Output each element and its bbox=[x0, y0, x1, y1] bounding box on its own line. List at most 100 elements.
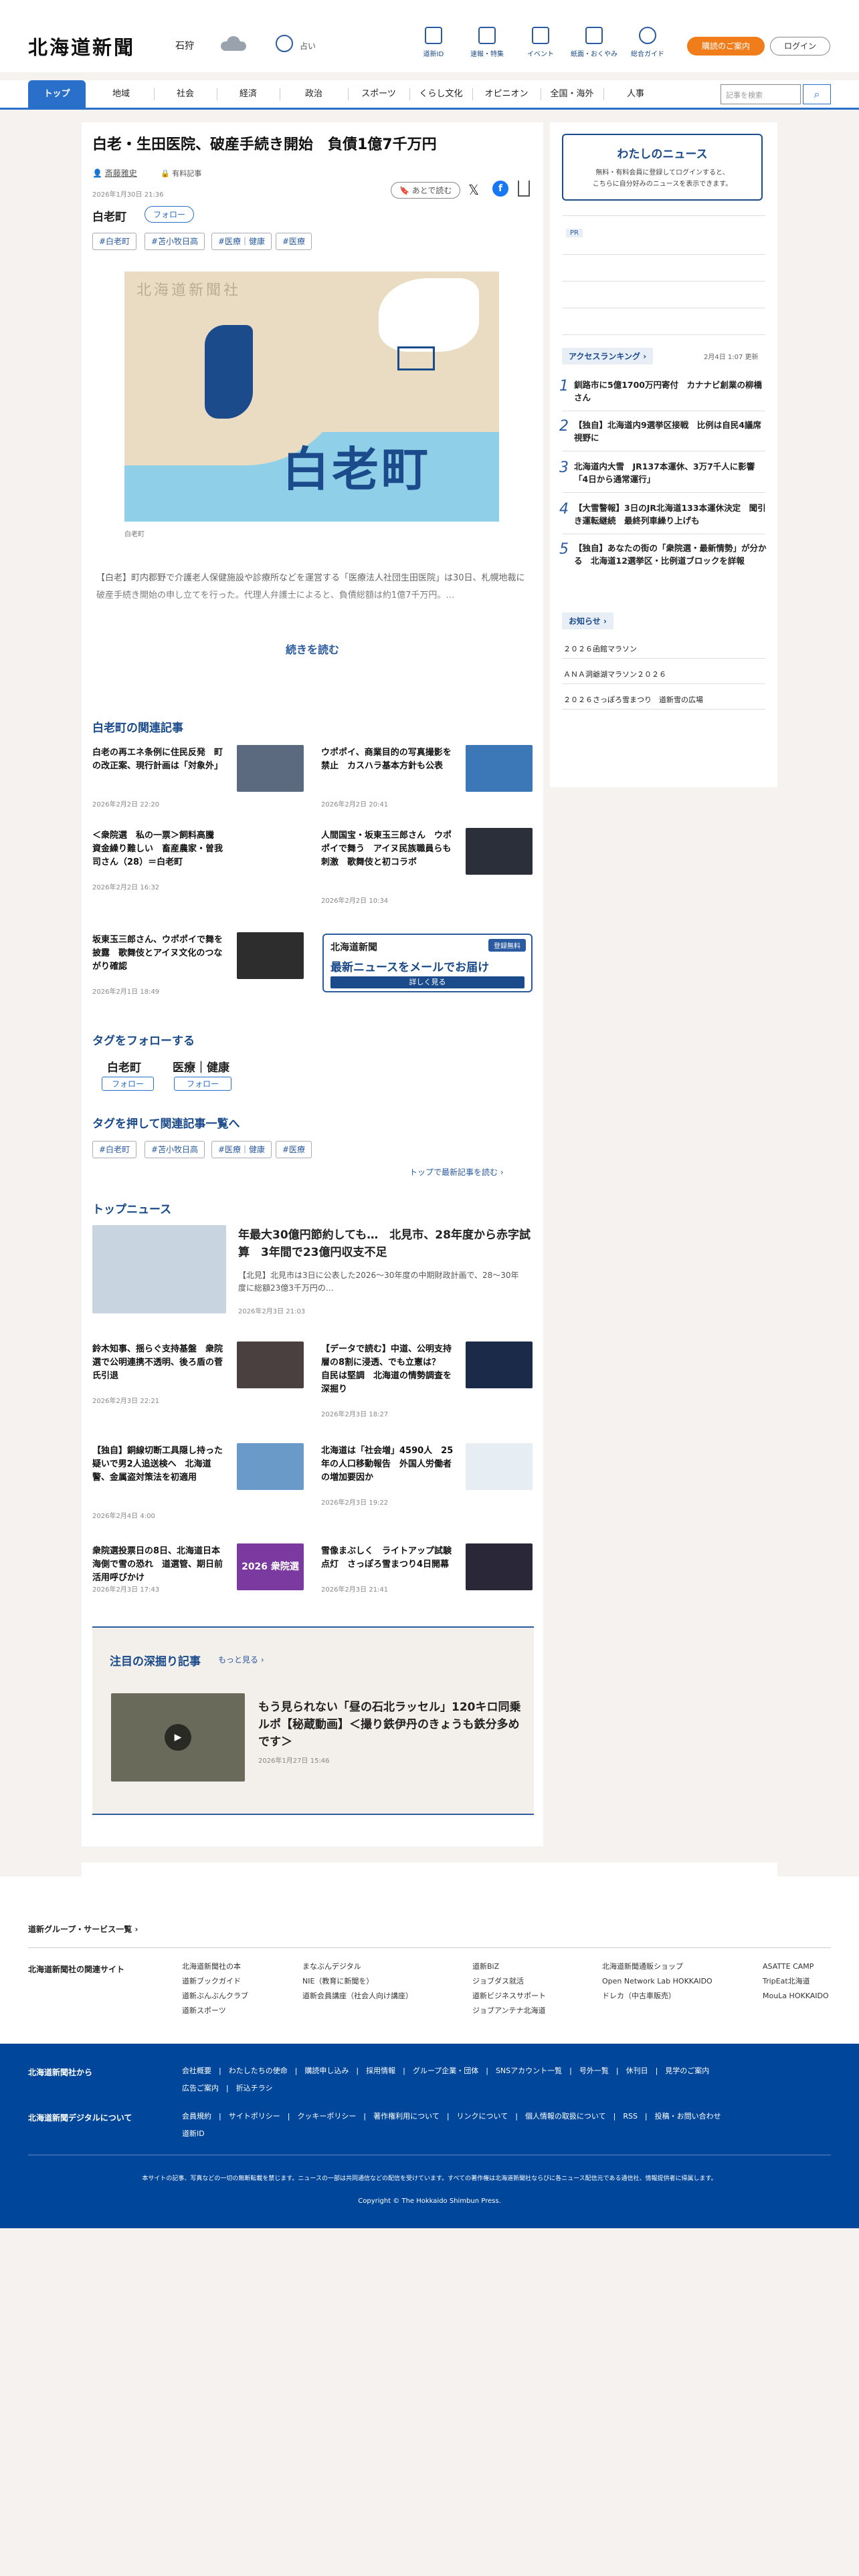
related-title[interactable]: 白老の再エネ条例に住民反発 町の改正案、現行計画は「対象外」 bbox=[92, 746, 230, 773]
search-icon[interactable]: ⌕ bbox=[803, 84, 831, 104]
nav-personnel[interactable]: 人事 bbox=[607, 80, 664, 108]
top-news-lead-summary: 【北見】北見市は3日に公表した2026〜30年度の中期財政計画で、28〜30年度… bbox=[238, 1271, 519, 1293]
share-icon[interactable] bbox=[518, 181, 530, 197]
related-title[interactable]: ＜衆院選 私の一票＞飼料高騰 資金繰り難しい 畜産農家・曽我司さん（28）＝白老… bbox=[92, 829, 230, 869]
tag-link[interactable]: #医療｜健康 bbox=[211, 1141, 272, 1158]
fortune-label[interactable]: 占い bbox=[300, 40, 316, 51]
follow-tags-heading: タグをフォローする bbox=[92, 1035, 195, 1048]
footer-col[interactable]: 北海道新聞通販ショップ Open Network Lab HOKKAIDO ドレカ（… bbox=[602, 1959, 712, 2004]
top-news-lead-image[interactable] bbox=[92, 1225, 226, 1313]
follow-place-button[interactable]: フォロー bbox=[145, 206, 195, 223]
notice-item[interactable]: ２０２６さっぽろ雪まつり 道新雪の広場 bbox=[563, 694, 703, 705]
tag-link[interactable]: #白老町 bbox=[92, 1141, 137, 1158]
footer-col[interactable]: ASATTE CAMP TripEat北海道 MouLa HOKKAIDO bbox=[763, 1959, 829, 2004]
related-thumbnail[interactable] bbox=[466, 828, 533, 875]
related-date: 2026年2月2日 16:32 bbox=[92, 884, 160, 891]
tag-link[interactable]: #苫小牧日高 bbox=[145, 1141, 205, 1158]
nav-economy[interactable]: 経済 bbox=[221, 80, 276, 108]
follow-tag-button[interactable]: フォロー bbox=[102, 1077, 155, 1091]
nav-region[interactable]: 地域 bbox=[94, 80, 149, 108]
top-news-thumbnail[interactable] bbox=[237, 1341, 304, 1388]
top-news-title[interactable]: 【独自】銅線切断工具隠し持った疑いで男2人追送検へ 北海道警、金属盗対策法を初適… bbox=[92, 1444, 226, 1485]
top-news-thumbnail[interactable] bbox=[237, 1443, 304, 1490]
ranking-item[interactable]: 5 【独自】あなたの街の「衆院選・最新情勢」が分かる 北海道12選挙区・比例道ブロ… bbox=[559, 542, 767, 567]
footer-from-links[interactable]: 会社概要 | わたしたちの使命 | 購読申し込み | 採用情報 | グループ企業… bbox=[182, 2062, 717, 2097]
breaking-news-link[interactable]: 速報・特集 bbox=[462, 27, 512, 58]
related-title[interactable]: 人間国宝・坂東玉三郎さん ウポポイで舞う アイヌ民族職員らも刺激 歌舞伎と初コラ… bbox=[321, 829, 459, 869]
guide-link[interactable]: 総合ガイド bbox=[622, 27, 673, 58]
deep-more-link[interactable]: もっと見る › bbox=[218, 1654, 264, 1665]
question-icon bbox=[639, 27, 656, 44]
follow-tag-button[interactable]: フォロー bbox=[174, 1077, 232, 1091]
read-more-link[interactable]: 続きを読む bbox=[0, 641, 625, 657]
search-input[interactable]: 記事を検索 bbox=[721, 84, 801, 104]
article-tag[interactable]: #医療｜健康 bbox=[211, 233, 272, 250]
save-later-button[interactable]: 🔖 あとで読む bbox=[391, 182, 461, 199]
footer-col[interactable]: まなぶんデジタル NIE（教育に新聞を） 道新会員講座（社会人向け講座） bbox=[302, 1959, 413, 2004]
nav-society[interactable]: 社会 bbox=[158, 80, 213, 108]
nav-culture[interactable]: くらし文化 bbox=[413, 80, 468, 108]
related-thumbnail[interactable] bbox=[466, 745, 533, 792]
article-tag[interactable]: #白老町 bbox=[92, 233, 137, 250]
x-share-icon[interactable]: 𝕏 bbox=[468, 182, 479, 198]
top-news-lead-title[interactable]: 年最大30億円節約しても… 北見市、28年度から赤字試算 3年間で23億円収支不… bbox=[238, 1226, 533, 1261]
related-thumbnail[interactable] bbox=[237, 932, 304, 979]
top-news-thumbnail[interactable] bbox=[466, 1543, 533, 1590]
article-tag[interactable]: #苫小牧日高 bbox=[145, 233, 205, 250]
footer-col[interactable]: 道新BiZ ジョブダス就活 道新ビジネスサポート ジョブアンテナ北海道 bbox=[472, 1959, 546, 2018]
mynews-text: こちらに自分好みのニュースを表示できます。 bbox=[592, 181, 733, 188]
promo-headline: 最新ニュースをメールでお届け bbox=[330, 961, 490, 974]
nav-opinion[interactable]: オピニオン bbox=[476, 80, 537, 108]
subscribe-button[interactable]: 購読のご案内 bbox=[687, 37, 765, 56]
ranking-item[interactable]: 1 釧路市に5億1700万円寄付 カナナビ創業の柳橋さん bbox=[559, 379, 767, 404]
doshin-id-link[interactable]: 道新ID bbox=[408, 27, 459, 58]
ranking-item[interactable]: 4 【大雪警報】3日のJR北海道133本運休決定 聞引き運転継続 最終列車繰り上げ… bbox=[559, 502, 767, 527]
tag-link[interactable]: #医療 bbox=[276, 1141, 312, 1158]
top-news-title[interactable]: 衆院選投票日の8日、北海道日本海側で雪の恐れ 道選管、期日前活用呼びかけ bbox=[92, 1545, 226, 1585]
back-to-top-link[interactable]: トップで最新記事を読む › bbox=[409, 1166, 504, 1178]
top-news-date: 2026年2月3日 17:43 bbox=[92, 1586, 160, 1594]
top-news-title[interactable]: 鈴木知事、揺らぐ支持基盤 衆院選で公明連携不透明、後ろ盾の菅氏引退 bbox=[92, 1343, 226, 1383]
footer-digital-links[interactable]: 会員規約 | サイトポリシー | クッキーポリシー | 著作権利用について | … bbox=[182, 2108, 771, 2143]
footer-col[interactable]: 北海道新聞社の本 道新ブックガイド 道新ぶんぶんクラブ 道新スポーツ bbox=[182, 1959, 248, 2018]
top-news-thumbnail[interactable] bbox=[466, 1341, 533, 1388]
login-button[interactable]: ログイン bbox=[770, 37, 830, 56]
top-news-title[interactable]: 北海道は「社会増」4590人 25年の人口移動報告 外国人労働者の増加要因か bbox=[321, 1444, 455, 1485]
notice-heading[interactable]: お知らせ › bbox=[562, 613, 613, 629]
nav-sports[interactable]: スポーツ bbox=[352, 80, 405, 108]
newsletter-promo[interactable]: 北海道新聞 登録無料 最新ニュースをメールでお届け 詳しく見る bbox=[322, 934, 533, 992]
top-news-date: 2026年2月3日 22:21 bbox=[92, 1398, 160, 1405]
nav-top[interactable]: トップ bbox=[28, 80, 86, 108]
group-services-link[interactable]: 道新グループ・サービス一覧 › bbox=[28, 1923, 138, 1935]
ranking-item[interactable]: 3 北海道内大雪 JR137本運休、3万7千人に影響 「4日から通常運行」 bbox=[559, 460, 767, 486]
image-caption: 白老町 bbox=[124, 531, 145, 538]
related-title[interactable]: 坂東玉三郎さん、ウポポイで舞を披露 歌舞伎とアイヌ文化のつながり確認 bbox=[92, 934, 230, 974]
fortune-icon[interactable] bbox=[276, 35, 293, 52]
top-news-title[interactable]: 【データで読む】中道、公明支持層の8割に浸透、でも立憲は？ 自民は堅調 北海道の… bbox=[321, 1343, 455, 1396]
article-date: 2026年1月30日 21:36 bbox=[92, 191, 164, 199]
ranking-heading[interactable]: アクセスランキング › bbox=[562, 348, 654, 364]
article-tag[interactable]: #医療 bbox=[276, 233, 312, 250]
nav-world[interactable]: 全国・海外 bbox=[545, 80, 599, 108]
article-author[interactable]: 👤 斎藤雅史 bbox=[92, 167, 137, 179]
deep-title[interactable]: もう見られない「昼の石北ラッセル」120キロ同乗ルポ【秘蔵動画】＜撮り鉄伊丹のき… bbox=[258, 1699, 526, 1751]
promo-button[interactable]: 詳しく見る bbox=[330, 976, 524, 988]
site-logo[interactable]: 北海道新聞 bbox=[28, 32, 135, 60]
facebook-share-icon[interactable]: f bbox=[492, 181, 508, 197]
weather-location[interactable]: 石狩 bbox=[175, 39, 194, 52]
mynews-box: わたしのニュース 無料・有料会員に登録してログインすると、 こちらに自分好みのニ… bbox=[562, 134, 763, 201]
notice-item[interactable]: ２０２６函館マラソン bbox=[563, 643, 637, 654]
play-icon[interactable]: ▶ bbox=[165, 1724, 191, 1751]
top-news-thumbnail[interactable] bbox=[466, 1443, 533, 1490]
notice-item[interactable]: ＡＮＡ洞爺湖マラソン２０２６ bbox=[563, 669, 666, 679]
nav-politics[interactable]: 政治 bbox=[284, 80, 344, 108]
related-date: 2026年2月2日 20:41 bbox=[321, 801, 389, 809]
events-link[interactable]: イベント bbox=[515, 27, 566, 58]
ranking-item[interactable]: 2 【独自】北海道内9選挙区接戦 比例は自民4議席視野に bbox=[559, 419, 767, 444]
paper-obituaries-link[interactable]: 紙面・おくやみ bbox=[569, 27, 619, 58]
top-news-title[interactable]: 雪像まぶしく ライトアップ試験点灯 さっぽろ雪まつり4日開幕 bbox=[321, 1545, 455, 1572]
related-title[interactable]: ウポポイ、商業目的の写真撮影を禁止 カスハラ基本方針も公表 bbox=[321, 746, 459, 773]
map-title: 白老町 bbox=[282, 442, 431, 497]
related-thumbnail[interactable] bbox=[237, 745, 304, 792]
election-thumbnail[interactable]: 2026 衆院選 bbox=[237, 1543, 304, 1590]
